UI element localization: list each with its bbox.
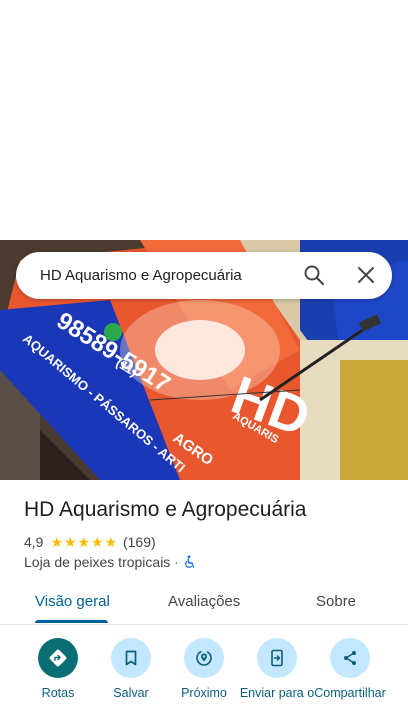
send-to-phone-label: Enviar para o	[239, 686, 315, 700]
directions-label: Rotas	[41, 686, 75, 700]
review-count[interactable]: (169)	[123, 534, 156, 550]
tab-sobre[interactable]: Sobre	[316, 593, 356, 610]
nearby-button[interactable]: Próximo	[164, 638, 244, 701]
save-button[interactable]: Salvar	[91, 638, 171, 701]
rating-value: 4,9	[24, 534, 44, 550]
star-icon: ★	[77, 534, 91, 550]
tab-avaliacoes[interactable]: Avaliações	[168, 593, 240, 610]
star-rating: ★ ★ ★ ★ ★	[50, 535, 118, 549]
search-input[interactable]: HD Aquarismo e Agropecuária	[40, 267, 392, 284]
send-to-phone-button[interactable]: Enviar para o	[237, 638, 317, 701]
tab-visao-geral[interactable]: Visão geral	[35, 593, 110, 610]
nearby-icon	[184, 638, 224, 678]
save-label: Salvar	[113, 686, 149, 700]
search-icon[interactable]	[302, 263, 326, 287]
map-area	[0, 0, 408, 240]
directions-icon	[38, 638, 78, 678]
close-icon[interactable]	[354, 263, 378, 287]
place-title: HD Aquarismo e Agropecuária	[24, 498, 307, 521]
action-bar: Rotas Salvar Próximo Enviar para o Compa…	[0, 638, 408, 720]
star-icon: ★	[63, 534, 77, 550]
bookmark-icon	[111, 638, 151, 678]
share-icon	[330, 638, 370, 678]
send-to-phone-icon	[257, 638, 297, 678]
directions-button[interactable]: Rotas	[18, 638, 98, 701]
search-bar[interactable]: HD Aquarismo e Agropecuária	[16, 252, 392, 299]
wheelchair-accessible-icon	[182, 555, 196, 569]
category-row: Loja de peixes tropicais ·	[24, 553, 196, 571]
star-icon: ★	[104, 534, 118, 550]
place-category: Loja de peixes tropicais	[24, 554, 171, 570]
share-button[interactable]: Compartilhar	[310, 638, 390, 701]
separator: ·	[174, 555, 179, 569]
place-tabs: Visão geral Avaliações Sobre	[0, 580, 408, 625]
star-icon: ★	[50, 534, 64, 550]
star-icon: ★	[90, 534, 104, 550]
nearby-label: Próximo	[181, 686, 227, 700]
active-tab-indicator	[35, 620, 108, 623]
rating-row[interactable]: 4,9 ★ ★ ★ ★ ★ (169)	[24, 533, 156, 551]
share-label: Compartilhar	[314, 686, 386, 700]
